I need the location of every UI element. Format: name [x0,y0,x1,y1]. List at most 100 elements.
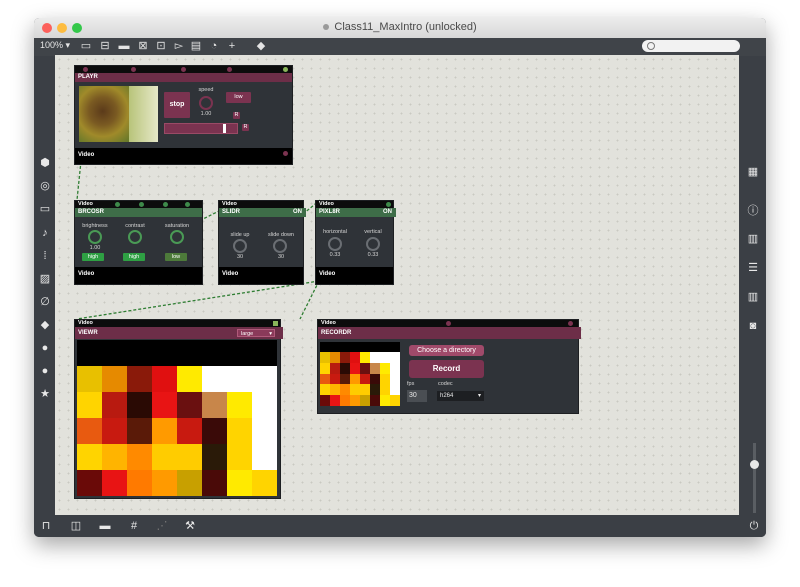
low-button[interactable]: low [226,92,251,103]
horizontal-dial[interactable] [328,237,342,251]
star-icon[interactable]: ★ [38,387,52,401]
recordr-inlets-bar: Video [318,320,578,327]
pixel-block [227,392,252,418]
inlet-port[interactable] [163,202,168,207]
window-title: Class11_MaxIntro (unlocked) [34,21,766,33]
pixel-block [360,352,370,363]
pixel-block [380,362,390,374]
step-icon[interactable]: ⁞ [38,249,52,263]
book-open-icon[interactable]: ▥ [746,290,760,304]
power-icon[interactable]: ⏻ [747,519,761,533]
paint-bucket-icon[interactable]: ◆ [254,38,268,54]
lock-icon[interactable]: ⊓ [39,519,53,533]
record-button[interactable]: Record [409,360,484,378]
inlet-port[interactable] [386,202,391,207]
inlet-port[interactable] [139,202,144,207]
zoom-menu[interactable]: 100% ▾ [40,40,70,51]
r-button-top[interactable]: R [233,112,240,119]
pixel-block [252,418,277,444]
zoom-slider-thumb[interactable] [750,460,759,469]
playback-slider-thumb[interactable] [223,124,226,133]
pixel-block [330,352,340,363]
windows-icon[interactable]: ◫ [69,519,83,533]
grid-icon[interactable]: ▦ [746,165,760,179]
book-icon[interactable]: ▥ [746,232,760,246]
presentation-mode-icon[interactable]: ▬ [98,519,112,533]
saturation-low-button[interactable]: low [165,253,187,261]
inlet-port[interactable] [568,321,573,326]
comment-icon[interactable]: ▬ [117,38,131,54]
pixel-block [177,392,202,418]
speed-dial[interactable] [199,96,213,110]
wand-icon[interactable]: ⋰ [155,519,169,533]
slidr-on-toggle[interactable]: ON [293,208,302,217]
vimeo-icon[interactable]: ● [38,341,52,355]
target-icon[interactable]: ◎ [38,179,52,193]
vertical-dial[interactable] [366,237,380,251]
dial-icon[interactable]: ◔ [207,38,221,54]
inlet-port[interactable] [83,67,88,72]
wrench-icon[interactable]: ⚒ [183,519,197,533]
slider-icon[interactable]: ▤ [189,38,203,54]
inlet-port[interactable] [181,67,186,72]
choose-directory-button[interactable]: Choose a directory [409,345,484,356]
fps-number-box[interactable]: 30 [407,390,427,402]
pixl8r-on-toggle[interactable]: ON [383,208,392,217]
paperclip-icon[interactable]: ∅ [38,295,52,309]
inlet-port[interactable] [283,67,288,72]
contrast-dial[interactable] [128,230,142,244]
inlet-port[interactable] [185,202,190,207]
r-button-bottom[interactable]: R [242,124,249,131]
list-icon[interactable]: ☰ [746,261,760,275]
number-icon[interactable]: ⊡ [154,38,168,54]
viewr-module[interactable]: Video VIEWR large ▾ [74,319,283,499]
pixel-block [320,395,330,407]
grid-snap-icon[interactable]: # [127,519,141,533]
playback-slider[interactable] [164,123,238,134]
cube-icon[interactable]: ⬢ [38,156,52,170]
brightness-high-button[interactable]: high [82,253,104,261]
brightness-dial[interactable] [88,230,102,244]
search-input[interactable] [642,40,740,52]
outlet-port[interactable] [283,151,288,156]
plug-icon[interactable]: ◆ [38,318,52,332]
slide-down-dial[interactable] [273,239,287,253]
at-icon[interactable]: ● [38,364,52,378]
pixel-block [320,384,330,396]
pixel-block [370,395,380,407]
image-icon[interactable]: ▨ [38,272,52,286]
inlet-port[interactable] [446,321,451,326]
codec-dropdown[interactable]: h264 ▾ [437,391,484,401]
playr-module[interactable]: PLAYR stop speed 1.00 low R R Video [74,65,293,165]
zoom-slider[interactable] [750,443,759,513]
inlet-port[interactable] [227,67,232,72]
brcosr-module[interactable]: Video BRCOSR brightness 1.00 contrast sa… [74,200,203,285]
pixl8r-module[interactable]: Video PIXL8R ON horizontal 0.33 vertical… [315,200,396,285]
size-dropdown[interactable]: large ▾ [237,329,275,337]
inlet-port[interactable] [115,202,120,207]
stop-button[interactable]: stop [164,92,190,118]
slidr-module[interactable]: Video SLIDR ON slide up 30 slide down 30… [218,200,306,285]
presentation-icon[interactable]: ▭ [79,38,93,54]
inlet-port[interactable] [131,67,136,72]
codec-value: h264 [440,393,454,399]
fps-label: fps [407,381,415,387]
saturation-dial[interactable] [170,230,184,244]
video-icon[interactable]: ▭ [38,202,52,216]
recordr-module[interactable]: Video RECORDR Choose a directory Record … [317,319,581,414]
video-label: Video [319,201,334,207]
camera-icon[interactable]: ◙ [746,319,760,333]
toggle-icon[interactable]: ▻ [172,38,186,54]
music-note-icon[interactable]: ♪ [38,226,52,240]
object-icon[interactable]: ⊠ [136,38,150,54]
contrast-high-button[interactable]: high [123,253,145,261]
pixel-block [390,362,400,374]
inlet-port[interactable] [273,321,278,326]
pixel-block [340,395,350,407]
playr-inlets-bar [75,66,292,73]
message-icon[interactable]: ⊟ [98,38,112,54]
patcher-canvas[interactable]: PLAYR stop speed 1.00 low R R Video Vide… [55,55,739,515]
info-icon[interactable]: ⓘ [746,204,760,218]
add-icon[interactable]: + [225,38,239,54]
slide-up-dial[interactable] [233,239,247,253]
